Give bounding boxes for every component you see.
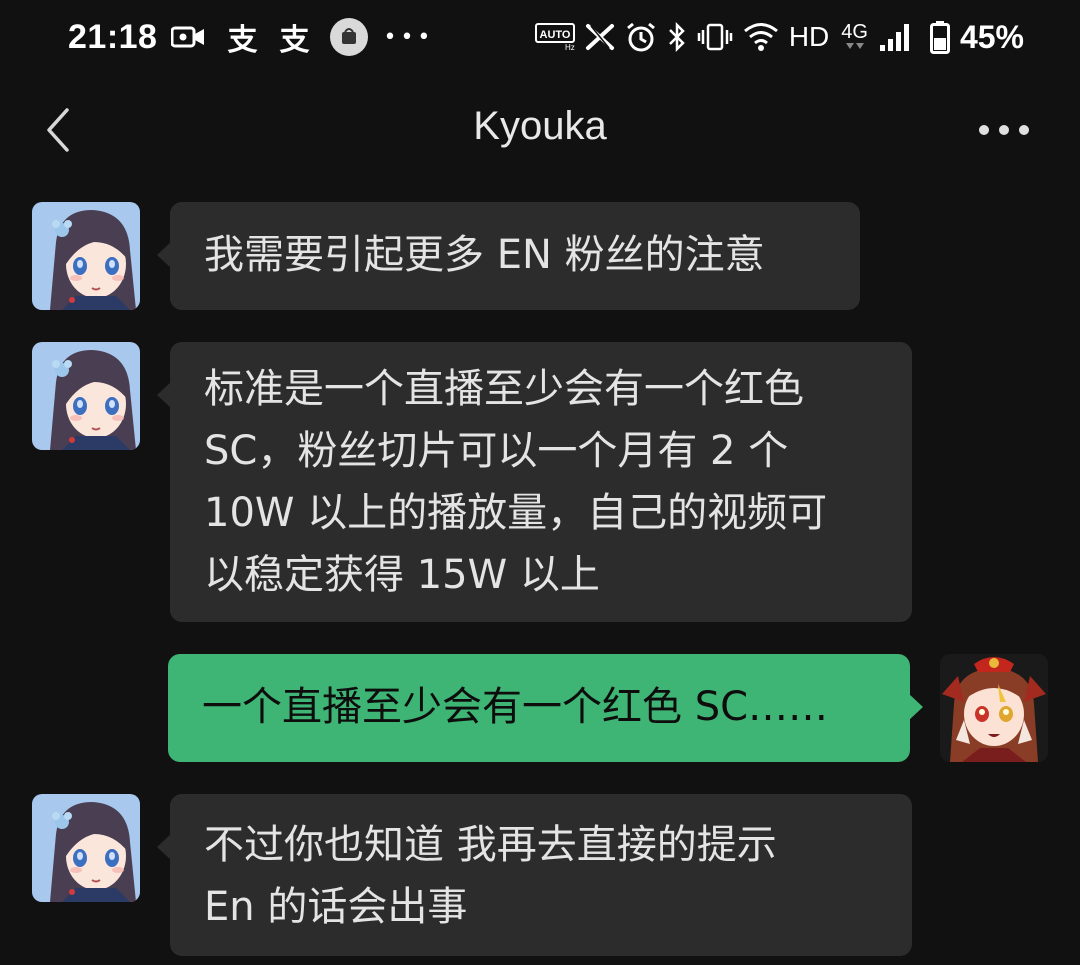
app-notification-glyph: 支 bbox=[279, 23, 310, 58]
shopping-bag-icon bbox=[329, 17, 369, 57]
network-type-label: 4G bbox=[841, 21, 868, 43]
hz-label: Hz bbox=[565, 43, 575, 51]
avatar[interactable] bbox=[32, 342, 140, 450]
message-row: 一个直播至少会有一个红色 SC…… bbox=[0, 654, 1080, 762]
app-notification-glyph: 支 bbox=[227, 23, 258, 58]
message-bubble[interactable]: 一个直播至少会有一个红色 SC…… bbox=[168, 654, 923, 762]
vibrate-icon bbox=[697, 22, 733, 52]
app-notification-icon: 支 bbox=[279, 15, 309, 59]
bubble-tail bbox=[157, 242, 171, 268]
status-bar: 21:18 支 支 ••• AUTO Hz HD 4G 45% bbox=[0, 0, 1080, 76]
message-text: 我需要引起更多 EN 粉丝的注意 bbox=[204, 232, 765, 278]
auto-refresh-rate-icon: AUTO Hz bbox=[534, 23, 575, 51]
message-row: 不过你也知道 我再去直接的提示 En 的话会出事 bbox=[0, 794, 1080, 956]
x-app-icon bbox=[585, 23, 615, 51]
bubble-tail bbox=[157, 382, 171, 408]
battery-percent: 45% bbox=[959, 18, 1024, 55]
chat-header: Kyouka bbox=[0, 76, 1080, 184]
bluetooth-icon bbox=[667, 22, 687, 52]
avatar[interactable] bbox=[32, 794, 140, 902]
bubble-tail bbox=[909, 694, 923, 720]
message-text-line: 不过你也知道 我再去直接的提示 bbox=[204, 822, 777, 868]
message-row: 我需要引起更多 EN 粉丝的注意 bbox=[0, 202, 1080, 310]
wifi-icon bbox=[743, 21, 779, 53]
message-bubble[interactable]: 不过你也知道 我再去直接的提示 En 的话会出事 bbox=[157, 794, 912, 956]
network-label: HD bbox=[788, 21, 830, 52]
bubble-tail bbox=[157, 834, 171, 860]
avatar[interactable] bbox=[32, 202, 140, 310]
video-camera-icon bbox=[171, 25, 205, 49]
app-notification-icon: 支 bbox=[227, 15, 257, 59]
signal-icon bbox=[878, 21, 914, 53]
auto-label: AUTO bbox=[539, 29, 570, 41]
message-text-line: 标准是一个直播至少会有一个红色 bbox=[204, 366, 804, 412]
battery-icon bbox=[929, 20, 950, 54]
message-text-line: SC，粉丝切片可以一个月有 2 个 bbox=[204, 428, 789, 474]
message-text: 一个直播至少会有一个红色 SC…… bbox=[202, 684, 829, 730]
alarm-icon bbox=[625, 21, 657, 53]
more-horizontal-icon bbox=[979, 125, 1029, 135]
message-bubble[interactable]: 标准是一个直播至少会有一个红色 SC，粉丝切片可以一个月有 2 个 10W 以上… bbox=[157, 342, 912, 622]
status-time: 21:18 bbox=[68, 17, 158, 56]
message-text-line: 以稳定获得 15W 以上 bbox=[204, 552, 600, 598]
status-bar-right: AUTO Hz HD 4G 45% bbox=[525, 12, 1024, 62]
more-notifications-icon: ••• bbox=[383, 24, 435, 50]
network-type: 4G bbox=[841, 22, 868, 52]
chat-title: Kyouka bbox=[473, 104, 607, 148]
avatar[interactable] bbox=[940, 654, 1048, 762]
message-text-line: 10W 以上的播放量，自己的视频可 bbox=[204, 490, 828, 536]
status-bar-left: 21:18 支 支 ••• bbox=[68, 12, 434, 62]
message-text-line: En 的话会出事 bbox=[204, 884, 468, 930]
message-bubble[interactable]: 我需要引起更多 EN 粉丝的注意 bbox=[157, 202, 860, 310]
message-row: 标准是一个直播至少会有一个红色 SC，粉丝切片可以一个月有 2 个 10W 以上… bbox=[0, 342, 1080, 622]
more-options-button[interactable] bbox=[974, 108, 1034, 152]
